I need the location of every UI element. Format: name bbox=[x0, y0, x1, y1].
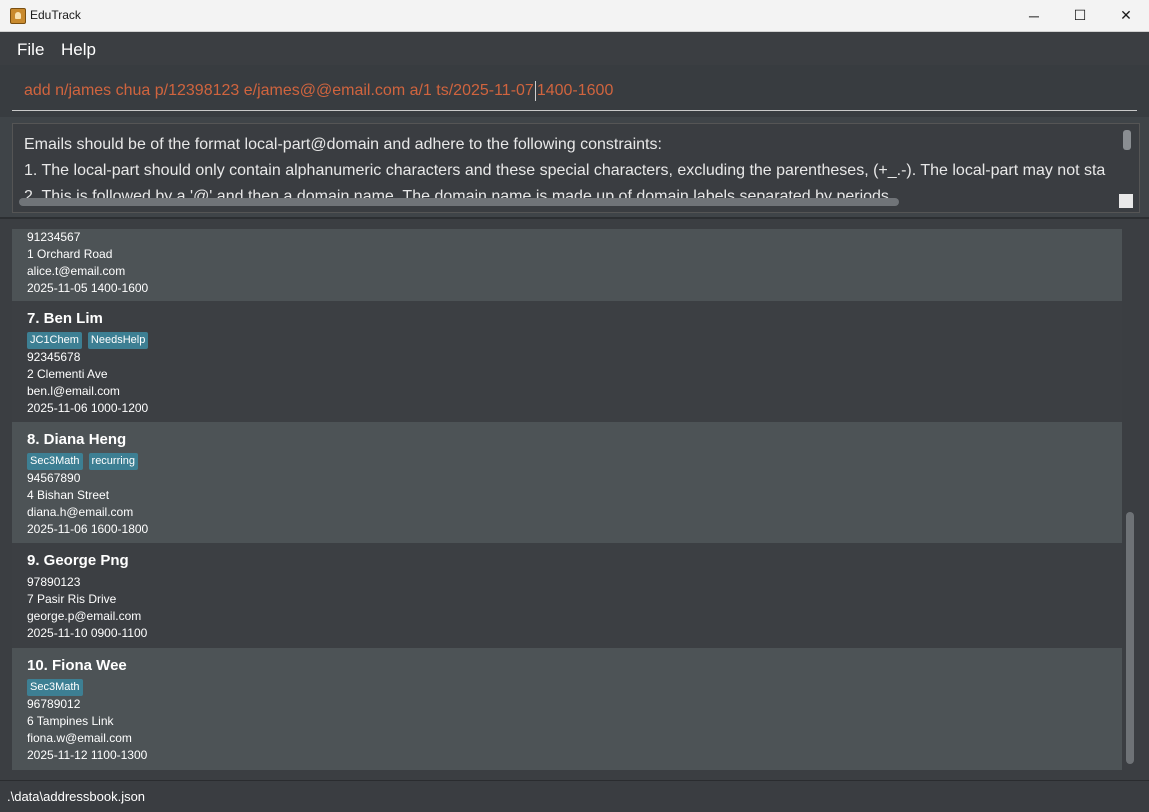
status-bar: .\data\addressbook.json bbox=[0, 780, 1149, 812]
person-email: diana.h@email.com bbox=[27, 505, 134, 519]
tag-list: JC1Chem NeedsHelp bbox=[27, 332, 149, 349]
person-slot: 2025-11-12 1100-1300 bbox=[27, 748, 148, 762]
person-phone: 91234567 bbox=[27, 230, 81, 244]
person-list[interactable]: 91234567 1 Orchard Road alice.t@email.co… bbox=[12, 229, 1122, 780]
person-address: 4 Bishan Street bbox=[27, 488, 110, 502]
person-phone: 92345678 bbox=[27, 350, 81, 364]
person-card[interactable]: 91234567 1 Orchard Road alice.t@email.co… bbox=[12, 229, 1122, 301]
maximize-button[interactable]: ☐ bbox=[1057, 0, 1103, 31]
result-text: Emails should be of the format local-par… bbox=[24, 132, 1114, 198]
person-slot: 2025-11-06 1000-1200 bbox=[27, 401, 149, 415]
title-bar: EduTrack ─ ☐ ✕ bbox=[0, 0, 1149, 32]
person-list-panel: 91234567 1 Orchard Road alice.t@email.co… bbox=[0, 219, 1149, 780]
person-card[interactable]: 10. Fiona Wee Sec3Math 96789012 6 Tampin… bbox=[12, 648, 1122, 770]
text-caret bbox=[534, 80, 536, 101]
tag: NeedsHelp bbox=[87, 332, 149, 349]
person-name: 10. Fiona Wee bbox=[27, 657, 127, 674]
person-name: 7. Ben Lim bbox=[27, 310, 103, 327]
command-text: add n/james chua p/12398123 e/james@@ema… bbox=[24, 82, 534, 99]
person-card[interactable]: 9. George Png 97890123 7 Pasir Ris Drive… bbox=[12, 543, 1122, 648]
person-name: 8. Diana Heng bbox=[27, 431, 127, 448]
person-email: alice.t@email.com bbox=[27, 264, 126, 278]
person-phone: 96789012 bbox=[27, 697, 81, 711]
person-card[interactable]: 7. Ben Lim JC1Chem NeedsHelp 92345678 2 … bbox=[12, 301, 1122, 422]
result-line-2: 1. The local-part should only contain al… bbox=[24, 162, 1106, 179]
person-card[interactable]: 8. Diana Heng Sec3Math recurring 9456789… bbox=[12, 422, 1122, 543]
tag-list: Sec3Math bbox=[27, 679, 83, 696]
person-name: 9. George Png bbox=[27, 552, 129, 569]
result-line-3: 2. This is followed by a '@' and then a … bbox=[24, 188, 894, 198]
result-line-1: Emails should be of the format local-par… bbox=[24, 136, 662, 153]
person-address: 2 Clementi Ave bbox=[27, 367, 108, 381]
menu-bar: File Help bbox=[0, 32, 1149, 65]
window-title: EduTrack bbox=[30, 8, 81, 22]
result-horizontal-scrollbar[interactable] bbox=[19, 198, 899, 206]
tag: recurring bbox=[88, 453, 138, 470]
close-button[interactable]: ✕ bbox=[1103, 0, 1149, 31]
save-location: .\data\addressbook.json bbox=[7, 789, 146, 804]
command-input[interactable]: add n/james chua p/12398123 e/james@@ema… bbox=[12, 77, 1137, 111]
person-address: 1 Orchard Road bbox=[27, 247, 113, 261]
person-phone: 94567890 bbox=[27, 471, 81, 485]
tag: Sec3Math bbox=[27, 453, 83, 470]
person-address: 7 Pasir Ris Drive bbox=[27, 592, 117, 606]
command-text-after-caret: 1400-1600 bbox=[536, 82, 614, 99]
tag-list: Sec3Math recurring bbox=[27, 453, 138, 470]
menu-file[interactable]: File bbox=[17, 40, 44, 60]
command-box: add n/james chua p/12398123 e/james@@ema… bbox=[0, 65, 1149, 117]
person-slot: 2025-11-10 0900-1100 bbox=[27, 626, 148, 640]
person-slot: 2025-11-06 1600-1800 bbox=[27, 522, 149, 536]
person-email: ben.l@email.com bbox=[27, 384, 120, 398]
scrollbar-thumb[interactable] bbox=[1126, 512, 1134, 764]
app-icon bbox=[10, 8, 26, 24]
person-email: fiona.w@email.com bbox=[27, 731, 132, 745]
person-address: 6 Tampines Link bbox=[27, 714, 114, 728]
person-phone: 97890123 bbox=[27, 575, 81, 589]
tag: Sec3Math bbox=[27, 679, 83, 696]
person-email: george.p@email.com bbox=[27, 609, 142, 623]
menu-help[interactable]: Help bbox=[61, 40, 96, 60]
result-display[interactable]: Emails should be of the format local-par… bbox=[12, 123, 1140, 213]
person-slot: 2025-11-05 1400-1600 bbox=[27, 281, 149, 295]
result-vertical-scrollbar[interactable] bbox=[1123, 130, 1131, 150]
tag: JC1Chem bbox=[27, 332, 82, 349]
minimize-button[interactable]: ─ bbox=[1011, 0, 1057, 31]
person-list-scrollbar[interactable] bbox=[1124, 229, 1136, 769]
scroll-corner bbox=[1119, 194, 1133, 208]
